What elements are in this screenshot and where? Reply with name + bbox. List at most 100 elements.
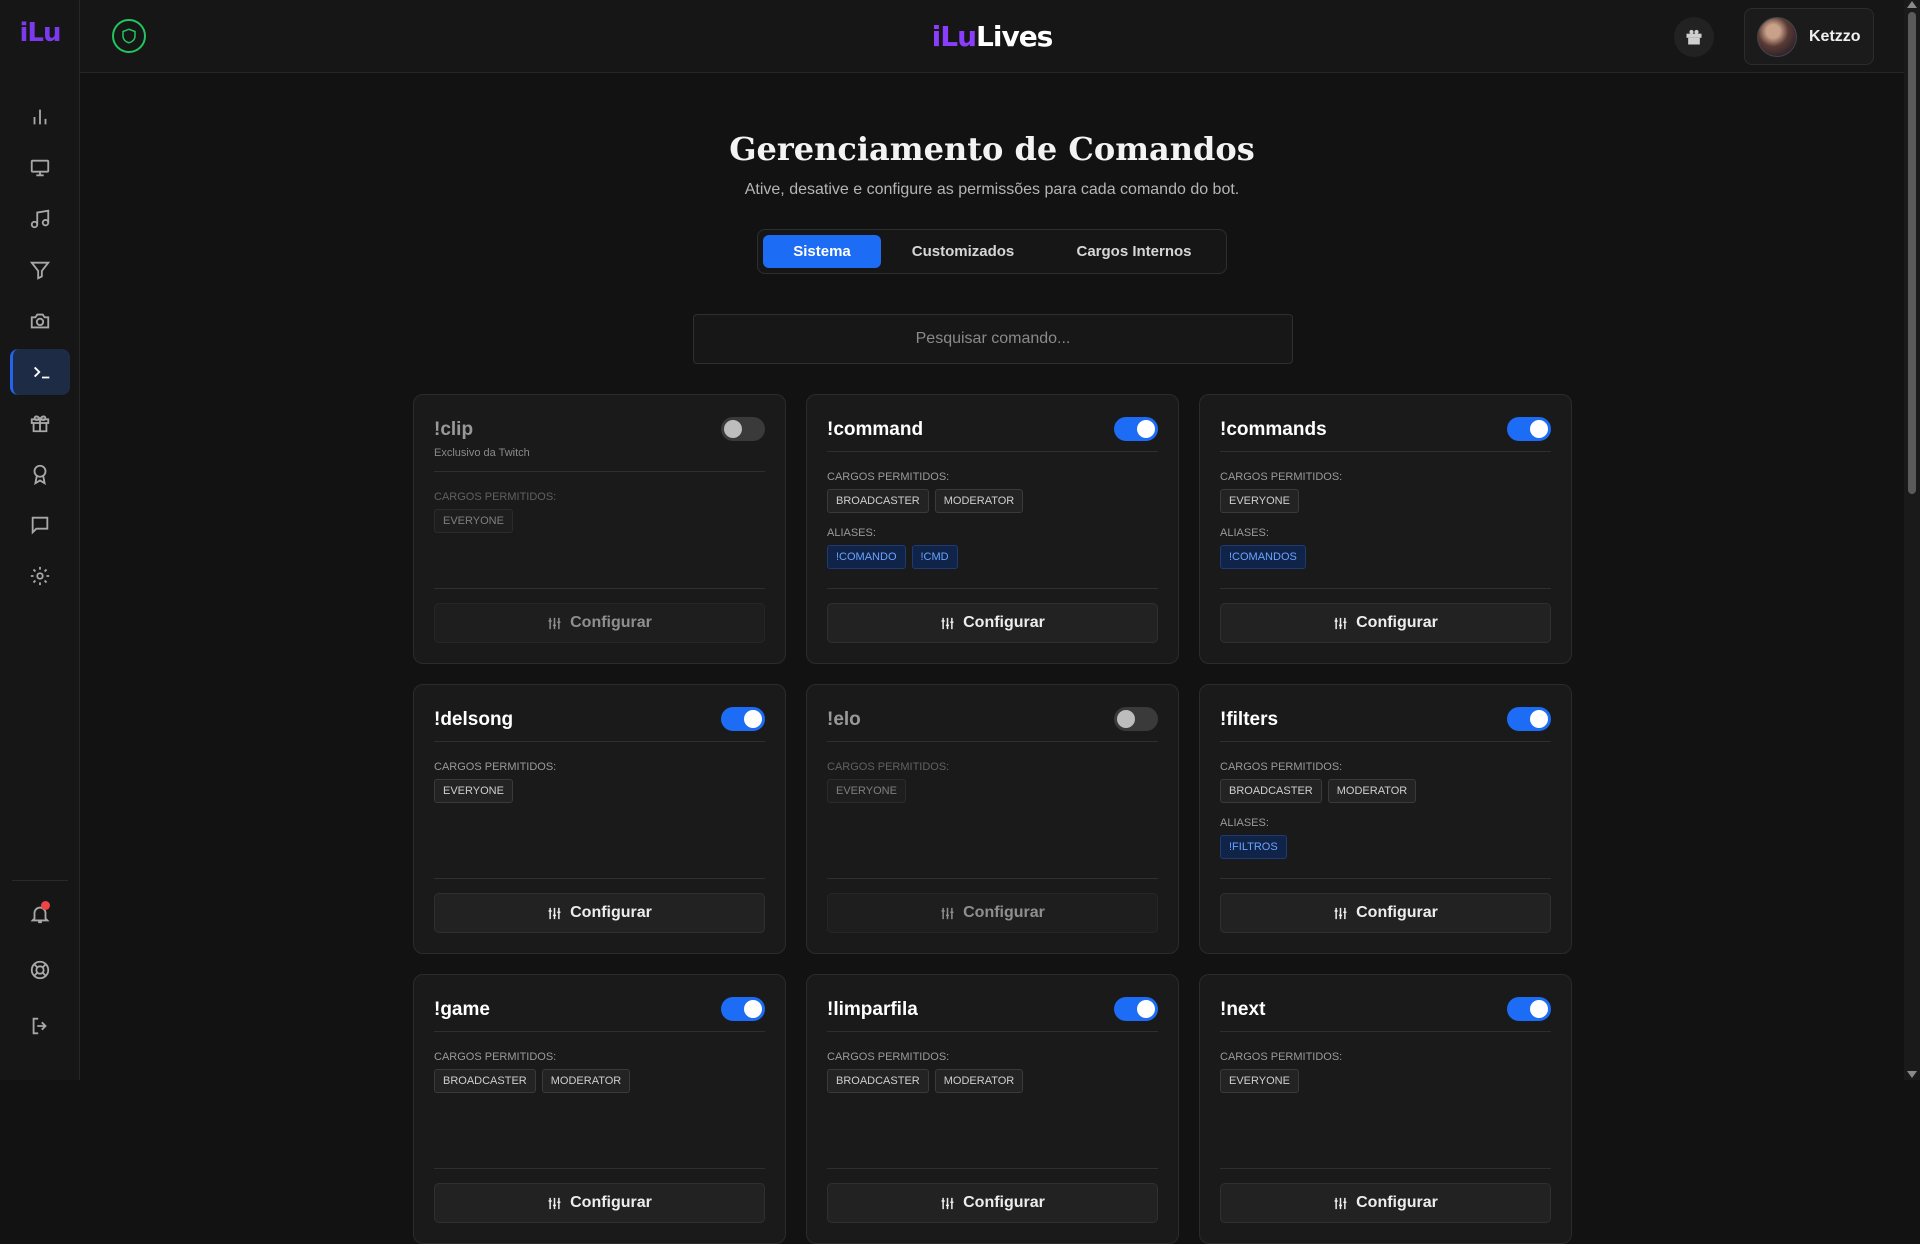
sliders-icon <box>548 1197 561 1209</box>
toggle-knob <box>1137 1000 1155 1018</box>
aliases-tags: !COMANDO !CMD <box>827 545 958 569</box>
command-name: !delsong <box>434 709 514 730</box>
roles-tags: BROADCASTER MODERATOR <box>827 1069 1024 1093</box>
roles-label: CARGOS PERMITIDOS: <box>434 1051 557 1063</box>
sliders-icon <box>548 907 561 919</box>
configure-button[interactable]: Configurar <box>434 893 765 933</box>
sidebar-item-logout[interactable] <box>10 1003 70 1049</box>
roles-tags: EVERYONE <box>1220 1069 1299 1093</box>
roles-tags: EVERYONE <box>434 509 513 533</box>
roles-tags: BROADCASTER MODERATOR <box>827 489 1024 513</box>
configure-button[interactable]: Configurar <box>434 1183 765 1223</box>
avatar <box>1757 16 1797 57</box>
filter-icon <box>29 261 51 280</box>
logout-icon <box>32 1017 47 1035</box>
command-card: !elo CARGOS PERMITIDOS: EVERYONE Configurar <box>806 684 1179 954</box>
card-divider <box>1220 451 1551 452</box>
tab-cargos-internos[interactable]: Cargos Internos <box>1048 235 1220 268</box>
command-toggle[interactable] <box>721 997 765 1021</box>
command-name: !clip <box>434 419 474 440</box>
settings-icon <box>30 566 50 586</box>
card-divider <box>1220 741 1551 742</box>
toggle-knob <box>1137 420 1155 438</box>
configure-button[interactable]: Configurar <box>434 603 765 643</box>
aliases-label: ALIASES: <box>1220 527 1269 539</box>
configure-label: Configurar <box>570 614 652 631</box>
sidebar-item-monitor[interactable] <box>10 145 70 191</box>
sidebar-item-gifts[interactable] <box>10 400 70 446</box>
configure-button[interactable]: Configurar <box>1220 1183 1551 1223</box>
command-toggle[interactable] <box>1507 997 1551 1021</box>
role-tag: EVERYONE <box>827 779 906 803</box>
command-toggle[interactable] <box>1114 707 1158 731</box>
role-tag: BROADCASTER <box>434 1069 536 1093</box>
command-card: !filters CARGOS PERMITIDOS: BROADCASTER MOD… <box>1199 684 1572 954</box>
scrollbar[interactable] <box>1904 0 1920 1080</box>
configure-button[interactable]: Configurar <box>827 893 1158 933</box>
aliases-label: ALIASES: <box>1220 817 1269 829</box>
configure-label: Configurar <box>570 1194 652 1211</box>
sliders-icon <box>1334 907 1347 919</box>
command-toggle[interactable] <box>1507 417 1551 441</box>
command-toggle[interactable] <box>721 417 765 441</box>
card-divider <box>434 1168 765 1169</box>
sidebar-divider <box>12 880 68 881</box>
camera-icon <box>30 313 50 329</box>
gift-icon <box>30 415 50 433</box>
sidebar-item-music[interactable] <box>10 196 70 242</box>
tab-sistema[interactable]: Sistema <box>763 235 881 268</box>
card-divider <box>1220 878 1551 879</box>
configure-button[interactable]: Configurar <box>1220 893 1551 933</box>
command-card: !command CARGOS PERMITIDOS: BROADCASTER MOD… <box>806 394 1179 664</box>
scroll-down-arrow[interactable] <box>1907 1071 1917 1078</box>
configure-button[interactable]: Configurar <box>827 603 1158 643</box>
sliders-icon <box>1334 1197 1347 1209</box>
terminal-icon <box>33 366 49 379</box>
tab-customizados[interactable]: Customizados <box>888 235 1038 268</box>
command-name: !filters <box>1220 709 1279 730</box>
command-toggle[interactable] <box>1507 707 1551 731</box>
card-divider <box>827 588 1158 589</box>
gift-button[interactable] <box>1674 17 1714 57</box>
scroll-up-arrow[interactable] <box>1907 1 1917 8</box>
sidebar-item-camera[interactable] <box>10 298 70 344</box>
main-content: Gerenciamento de Comandos Ative, desativ… <box>80 74 1904 1244</box>
roles-tags: EVERYONE <box>827 779 906 803</box>
sidebar-item-chat[interactable] <box>10 502 70 548</box>
role-tag: EVERYONE <box>1220 489 1299 513</box>
sidebar-item-awards[interactable] <box>10 451 70 497</box>
sidebar-item-notifications[interactable] <box>10 891 70 937</box>
toggle-knob <box>724 420 742 438</box>
role-tag: BROADCASTER <box>1220 779 1322 803</box>
scrollbar-thumb[interactable] <box>1908 12 1916 494</box>
sidebar-item-support[interactable] <box>10 947 70 993</box>
roles-tags: EVERYONE <box>1220 489 1299 513</box>
role-tag: MODERATOR <box>934 489 1024 513</box>
sidebar-logo[interactable]: iLu <box>0 18 80 48</box>
card-divider <box>434 588 765 589</box>
card-divider <box>827 878 1158 879</box>
page-title: Gerenciamento de Comandos <box>729 130 1255 168</box>
user-menu[interactable]: Ketzzo <box>1744 8 1874 65</box>
sidebar-item-settings[interactable] <box>10 553 70 599</box>
roles-label: CARGOS PERMITIDOS: <box>827 761 950 773</box>
command-toggle[interactable] <box>721 707 765 731</box>
sidebar-item-stats[interactable] <box>10 94 70 140</box>
configure-button[interactable]: Configurar <box>827 1183 1158 1223</box>
sidebar-item-commands[interactable] <box>10 349 70 395</box>
command-toggle[interactable] <box>1114 997 1158 1021</box>
command-card: !delsong CARGOS PERMITIDOS: EVERYONE Config… <box>413 684 786 954</box>
configure-button[interactable]: Configurar <box>1220 603 1551 643</box>
sliders-icon <box>941 1197 954 1209</box>
alias-tag: !FILTROS <box>1220 835 1287 859</box>
monitor-icon <box>30 159 50 177</box>
brand-logo-ilu: iLu <box>931 20 977 53</box>
command-name: !limparfila <box>827 999 918 1020</box>
search-input[interactable] <box>693 314 1293 364</box>
alias-tag: !COMANDOS <box>1220 545 1306 569</box>
sidebar-item-filters[interactable] <box>10 247 70 293</box>
command-name: !game <box>434 999 490 1020</box>
command-card: !commands CARGOS PERMITIDOS: EVERYONE ALIAS… <box>1199 394 1572 664</box>
command-toggle[interactable] <box>1114 417 1158 441</box>
command-card: !game CARGOS PERMITIDOS: BROADCASTER MODERA… <box>413 974 786 1244</box>
